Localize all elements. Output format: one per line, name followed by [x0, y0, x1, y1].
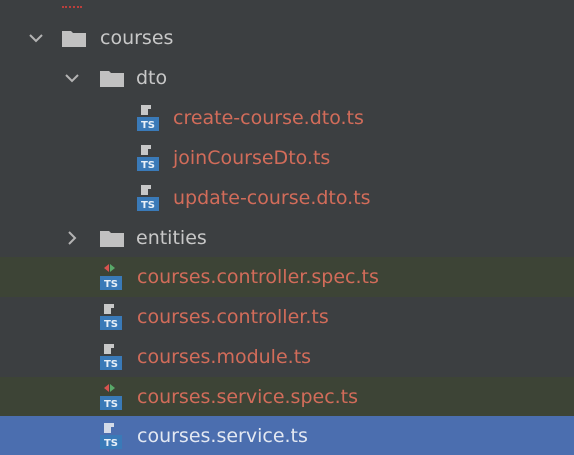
- tree-item-label: courses.service.spec.ts: [137, 386, 359, 408]
- tree-item-label: update-course.dto.ts: [173, 187, 371, 209]
- typescript-file-icon: TS: [137, 145, 159, 171]
- svg-text:TS: TS: [104, 438, 118, 449]
- tree-top-edge: [0, 0, 574, 10]
- svg-text:TS: TS: [104, 279, 118, 290]
- tree-item-label: courses: [100, 27, 174, 49]
- project-tree: courses dto TS create-course.dto.ts TS j…: [0, 0, 574, 455]
- chevron-down-icon[interactable]: [64, 70, 80, 86]
- svg-text:TS: TS: [141, 160, 155, 171]
- svg-text:TS: TS: [141, 120, 155, 131]
- tree-item-courses-module[interactable]: TS courses.module.ts: [0, 337, 574, 377]
- svg-text:TS: TS: [104, 399, 118, 410]
- tree-item-courses-service-spec[interactable]: TS courses.service.spec.ts: [0, 377, 574, 417]
- chevron-down-icon[interactable]: [28, 30, 44, 46]
- typescript-file-icon: TS: [100, 423, 122, 449]
- typescript-file-icon: TS: [100, 344, 122, 370]
- svg-text:TS: TS: [141, 200, 155, 211]
- tree-item-courses[interactable]: courses: [0, 18, 574, 58]
- tree-item-update-course-dto[interactable]: TS update-course.dto.ts: [0, 178, 574, 218]
- folder-icon: [62, 31, 86, 47]
- tree-item-create-course-dto[interactable]: TS create-course.dto.ts: [0, 98, 574, 138]
- tree-item-join-course-dto[interactable]: TS joinCourseDto.ts: [0, 138, 574, 178]
- tree-item-entities[interactable]: entities: [0, 218, 574, 258]
- tree-item-courses-controller[interactable]: TS courses.controller.ts: [0, 297, 574, 337]
- typescript-test-file-icon: TS: [100, 264, 122, 290]
- tree-item-courses-controller-spec[interactable]: TS courses.controller.spec.ts: [0, 257, 574, 297]
- typescript-test-file-icon: TS: [100, 384, 122, 410]
- tree-item-label: entities: [136, 227, 207, 249]
- typescript-file-icon: TS: [137, 185, 159, 211]
- tree-item-label: joinCourseDto.ts: [173, 147, 331, 169]
- tree-item-courses-service[interactable]: TS courses.service.ts: [0, 416, 574, 455]
- tree-item-dto[interactable]: dto: [0, 58, 574, 98]
- typescript-file-icon: TS: [100, 304, 122, 330]
- chevron-right-icon[interactable]: [64, 230, 80, 246]
- tree-item-label: create-course.dto.ts: [173, 107, 364, 129]
- tree-item-label: courses.controller.ts: [137, 306, 329, 328]
- tree-item-label: courses.controller.spec.ts: [137, 266, 379, 288]
- svg-text:TS: TS: [104, 319, 118, 330]
- error-underline: [62, 0, 82, 8]
- tree-item-label: dto: [136, 67, 168, 89]
- svg-text:TS: TS: [104, 359, 118, 370]
- folder-icon: [100, 231, 124, 247]
- typescript-file-icon: TS: [137, 105, 159, 131]
- tree-item-label: courses.module.ts: [137, 346, 312, 368]
- folder-icon: [100, 71, 124, 87]
- tree-item-label: courses.service.ts: [137, 425, 308, 447]
